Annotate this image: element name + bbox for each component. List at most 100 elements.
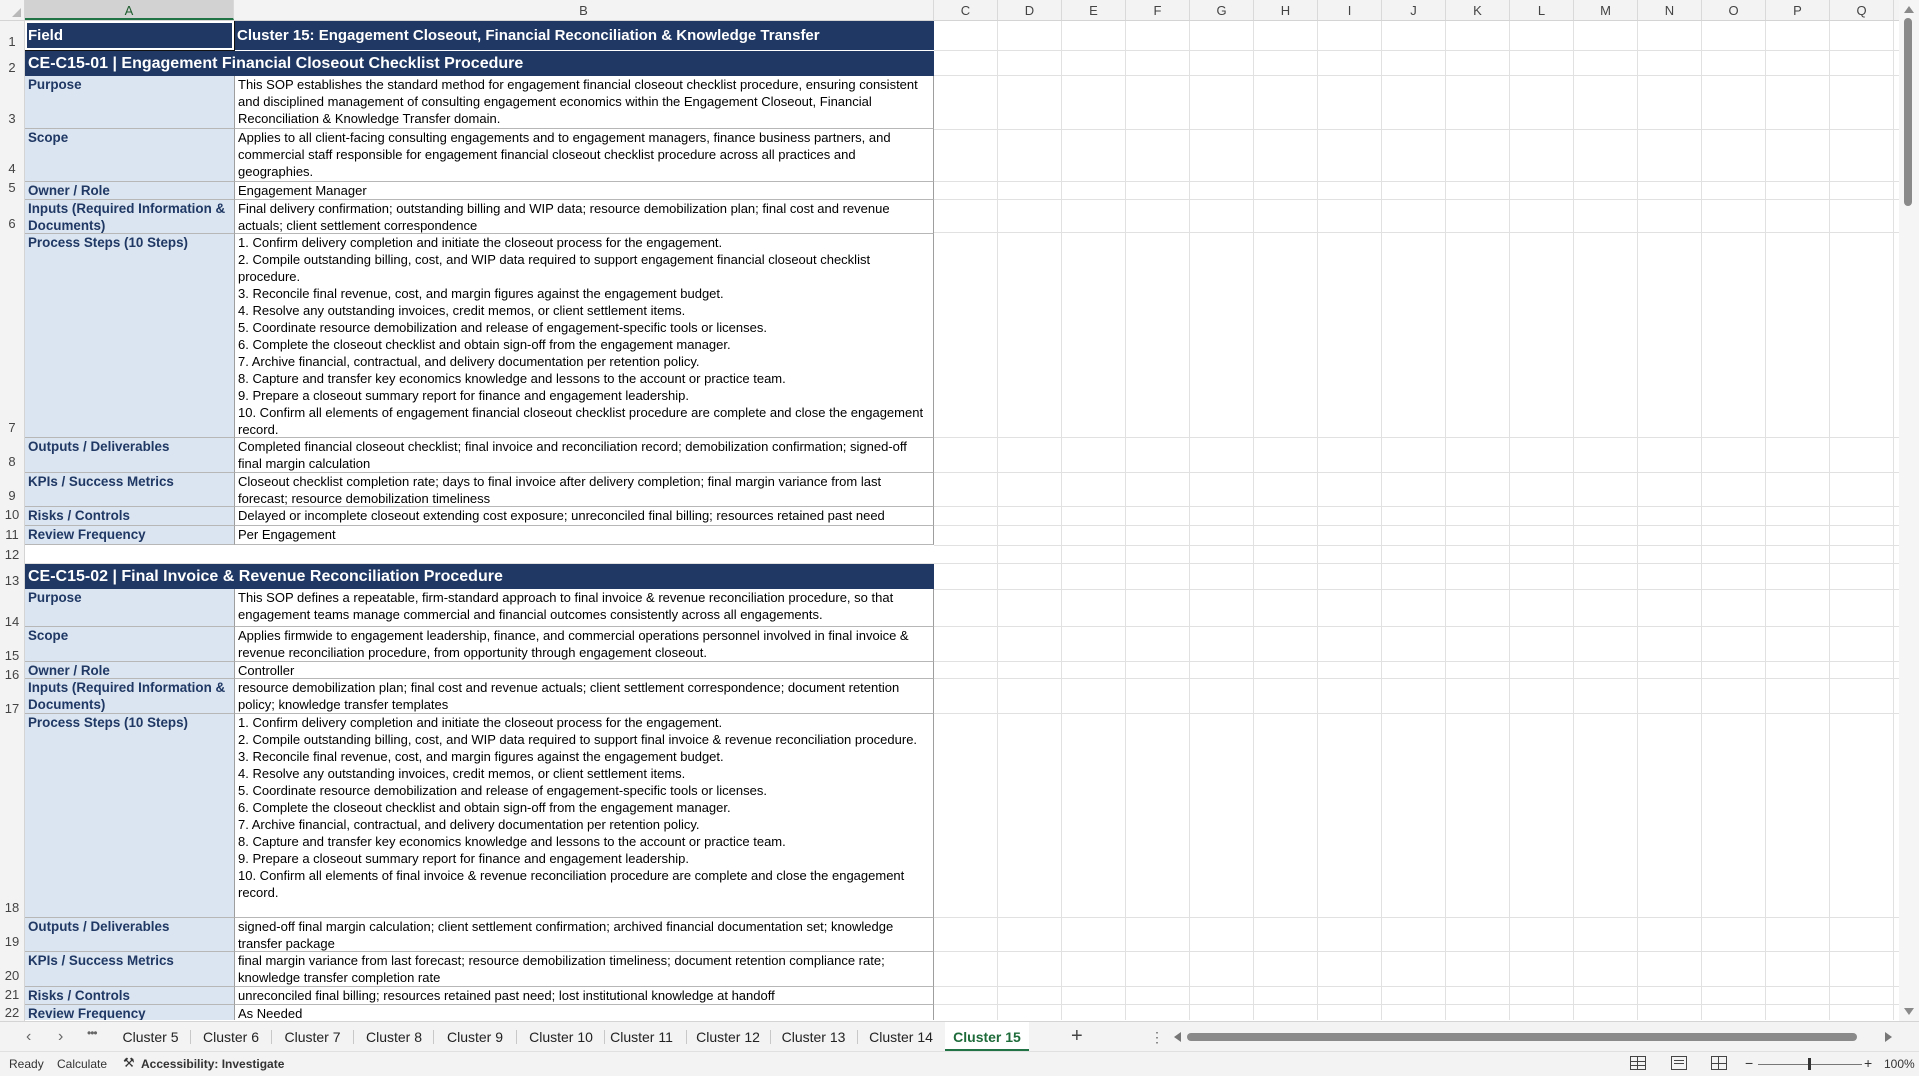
value-owner[interactable]: Controller [234, 662, 934, 679]
value-risks[interactable]: Delayed or incomplete closeout extending… [234, 507, 934, 526]
row-number[interactable]: 20 [0, 969, 24, 983]
sheet-tab-cluster-9[interactable]: Cluster 9 [436, 1022, 514, 1052]
label-review-frequency[interactable]: Review Frequency [25, 526, 234, 545]
label-outputs[interactable]: Outputs / Deliverables [25, 438, 234, 473]
column-header-c[interactable]: C [934, 0, 998, 20]
select-all-button[interactable] [0, 0, 25, 20]
sheet-tab-cluster-12[interactable]: Cluster 12 [688, 1022, 768, 1052]
zoom-level[interactable]: 100% [1884, 1057, 1915, 1071]
row-number[interactable]: 5 [0, 181, 24, 195]
scroll-up-arrow-icon[interactable] [1904, 6, 1914, 13]
zoom-in-icon[interactable]: + [1864, 1055, 1872, 1071]
row-number[interactable]: 6 [0, 217, 24, 231]
row-number[interactable]: 10 [0, 508, 24, 522]
value-inputs[interactable]: Final delivery confirmation; outstanding… [234, 200, 934, 234]
value-scope[interactable]: Applies firmwide to engagement leadershi… [234, 627, 934, 662]
value-outputs[interactable]: Completed financial closeout checklist; … [234, 438, 934, 473]
row-number[interactable]: 12 [0, 548, 24, 562]
label-process-steps[interactable]: Process Steps (10 Steps) [25, 234, 234, 438]
section-title-ce-c15-02[interactable]: CE-C15-02 | Final Invoice & Revenue Reco… [25, 564, 934, 589]
row-number[interactable]: 2 [0, 61, 24, 75]
sheet-options-icon[interactable]: ⋮ [1150, 1029, 1164, 1046]
label-kpis[interactable]: KPIs / Success Metrics [25, 952, 234, 987]
scroll-down-arrow-icon[interactable] [1904, 1008, 1914, 1015]
calculate-button[interactable]: Calculate [57, 1057, 107, 1071]
sheet-tab-cluster-11[interactable]: Cluster 11 [605, 1022, 678, 1052]
scroll-right-arrow-icon[interactable] [1885, 1032, 1892, 1042]
scroll-left-arrow-icon[interactable] [1174, 1032, 1181, 1042]
previous-sheet-icon[interactable]: ‹ [26, 1028, 31, 1046]
value-purpose[interactable]: This SOP defines a repeatable, firm-stan… [234, 589, 934, 627]
label-purpose[interactable]: Purpose [25, 589, 234, 627]
label-inputs[interactable]: Inputs (Required Information & Documents… [25, 200, 234, 234]
normal-view-icon[interactable] [1630, 1056, 1646, 1070]
value-kpis[interactable]: final margin variance from last forecast… [234, 952, 934, 987]
sheet-tab-cluster-5[interactable]: Cluster 5 [113, 1022, 188, 1052]
row-number[interactable]: 8 [0, 455, 24, 469]
row-number[interactable]: 13 [0, 574, 24, 588]
sheet-tab-cluster-13[interactable]: Cluster 13 [772, 1022, 855, 1052]
column-header-p[interactable]: P [1766, 0, 1830, 20]
horizontal-scroll-thumb[interactable] [1187, 1033, 1857, 1041]
page-layout-view-icon[interactable] [1671, 1056, 1687, 1070]
add-sheet-icon[interactable]: + [1071, 1025, 1083, 1048]
value-outputs[interactable]: signed-off final margin calculation; cli… [234, 918, 934, 952]
cell-a1-field-header[interactable]: Field [25, 21, 234, 50]
section-title-ce-c15-01[interactable]: CE-C15-01 | Engagement Financial Closeou… [25, 51, 934, 76]
row-number[interactable]: 19 [0, 935, 24, 949]
page-break-preview-icon[interactable] [1711, 1056, 1727, 1070]
row-number[interactable]: 11 [0, 528, 24, 542]
row-number[interactable]: 9 [0, 489, 24, 503]
row-number[interactable]: 17 [0, 702, 24, 716]
label-purpose[interactable]: Purpose [25, 76, 234, 129]
next-sheet-icon[interactable]: › [58, 1028, 63, 1046]
column-header-i[interactable]: I [1318, 0, 1382, 20]
row-number[interactable]: 4 [0, 162, 24, 176]
label-inputs[interactable]: Inputs (Required Information & Documents… [25, 679, 234, 714]
worksheet-grid[interactable]: Field Cluster 15: Engagement Closeout, F… [25, 21, 1899, 1020]
column-header-l[interactable]: L [1510, 0, 1574, 20]
column-header-o[interactable]: O [1702, 0, 1766, 20]
column-header-a[interactable]: A [25, 0, 234, 20]
value-inputs[interactable]: resource demobilization plan; final cost… [234, 679, 934, 714]
sheet-tab-cluster-8[interactable]: Cluster 8 [356, 1022, 432, 1052]
label-risks[interactable]: Risks / Controls [25, 507, 234, 526]
value-kpis[interactable]: Closeout checklist completion rate; days… [234, 473, 934, 507]
cell-b1-cluster-title[interactable]: Cluster 15: Engagement Closeout, Financi… [234, 21, 934, 50]
column-header-b[interactable]: B [234, 0, 934, 20]
row-number[interactable]: 22 [0, 1006, 24, 1020]
vertical-scroll-thumb[interactable] [1904, 18, 1912, 206]
sheet-tab-cluster-15[interactable]: Cluster 15 [945, 1022, 1029, 1052]
label-outputs[interactable]: Outputs / Deliverables [25, 918, 234, 952]
row-number[interactable]: 16 [0, 668, 24, 682]
value-review-frequency[interactable]: Per Engagement [234, 526, 934, 545]
column-header-e[interactable]: E [1062, 0, 1126, 20]
row-number[interactable]: 21 [0, 988, 24, 1002]
label-scope[interactable]: Scope [25, 627, 234, 662]
more-sheets-icon[interactable]: ••• [87, 1026, 98, 1040]
label-kpis[interactable]: KPIs / Success Metrics [25, 473, 234, 507]
vertical-scrollbar[interactable] [1899, 0, 1919, 1021]
sheet-tab-cluster-6[interactable]: Cluster 6 [193, 1022, 269, 1052]
zoom-out-icon[interactable]: − [1745, 1055, 1753, 1071]
row-number[interactable]: 18 [0, 901, 24, 915]
column-header-m[interactable]: M [1574, 0, 1638, 20]
column-header-f[interactable]: F [1126, 0, 1190, 20]
label-owner[interactable]: Owner / Role [25, 662, 234, 679]
zoom-slider-thumb[interactable] [1808, 1058, 1811, 1070]
column-header-j[interactable]: J [1382, 0, 1446, 20]
value-owner[interactable]: Engagement Manager [234, 182, 934, 200]
row-number[interactable]: 7 [0, 421, 24, 435]
value-process-steps[interactable]: 1. Confirm delivery completion and initi… [234, 234, 934, 438]
row-number[interactable]: 1 [0, 35, 24, 49]
column-header-g[interactable]: G [1190, 0, 1254, 20]
label-review-frequency[interactable]: Review Frequency [25, 1005, 234, 1020]
row-number[interactable]: 15 [0, 649, 24, 663]
value-review-frequency[interactable]: As Needed [234, 1005, 934, 1020]
value-purpose[interactable]: This SOP establishes the standard method… [234, 76, 934, 129]
label-scope[interactable]: Scope [25, 129, 234, 182]
label-risks[interactable]: Risks / Controls [25, 987, 234, 1005]
accessibility-icon[interactable]: ⚒ [123, 1055, 135, 1071]
value-process-steps[interactable]: 1. Confirm delivery completion and initi… [234, 714, 934, 918]
column-header-d[interactable]: D [998, 0, 1062, 20]
